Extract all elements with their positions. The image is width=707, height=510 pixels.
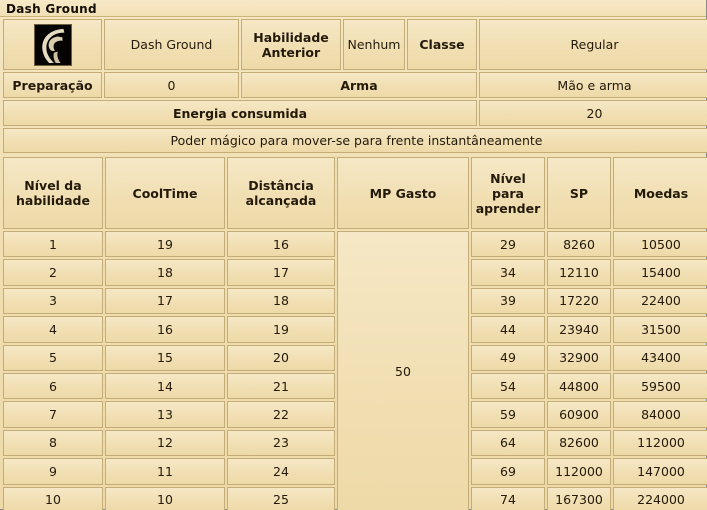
cell-sp: 167300 <box>547 486 611 510</box>
cell-coins: 15400 <box>613 259 707 286</box>
cell-cooltime: 12 <box>105 429 225 457</box>
preparation-value: 0 <box>104 72 239 98</box>
cell-sp: 82600 <box>547 429 611 457</box>
cell-cooltime: 17 <box>105 287 225 315</box>
cell-skill-level: 1 <box>3 231 103 258</box>
skill-identity-row: Dash Ground Habilidade Anterior Nenhum C… <box>3 19 707 70</box>
cell-distance: 21 <box>227 372 335 400</box>
skill-description: Poder mágico para mover-se para frente i… <box>3 128 707 153</box>
cell-learn-level: 54 <box>471 372 545 400</box>
cell-distance: 18 <box>227 287 335 315</box>
cell-sp: 23940 <box>547 316 611 343</box>
cell-learn-level: 69 <box>471 458 545 485</box>
cell-skill-level: 2 <box>3 259 103 286</box>
cell-learn-level: 74 <box>471 486 545 510</box>
cell-learn-level: 64 <box>471 429 545 457</box>
energy-value: 20 <box>479 100 707 126</box>
header-coins: Moedas <box>613 157 707 229</box>
cell-distance: 19 <box>227 316 335 343</box>
cell-sp: 12110 <box>547 259 611 286</box>
header-mp-cost: MP Gasto <box>337 157 469 229</box>
dash-ground-skill-icon <box>33 23 72 66</box>
cell-sp: 32900 <box>547 344 611 371</box>
cell-skill-level: 5 <box>3 344 103 371</box>
cell-skill-level: 7 <box>3 401 103 428</box>
skill-header-table: Dash Ground Habilidade Anterior Nenhum C… <box>1 17 707 155</box>
cell-skill-level: 10 <box>3 486 103 510</box>
header-skill-level: Nível da habilidade <box>3 157 103 229</box>
header-distance: Distância alcançada <box>227 157 335 229</box>
cell-coins: 59500 <box>613 372 707 400</box>
cell-sp: 17220 <box>547 287 611 315</box>
window-title: Dash Ground <box>0 0 706 17</box>
cell-sp: 112000 <box>547 458 611 485</box>
cell-skill-level: 4 <box>3 316 103 343</box>
header-learn-level: Nível para aprender <box>471 157 545 229</box>
cell-distance: 16 <box>227 231 335 258</box>
cell-coins: 112000 <box>613 429 707 457</box>
cell-skill-level: 8 <box>3 429 103 457</box>
previous-skill-value: Nenhum <box>343 19 405 70</box>
cell-cooltime: 15 <box>105 344 225 371</box>
cell-distance: 24 <box>227 458 335 485</box>
class-value: Regular <box>479 19 707 70</box>
preparation-weapon-row: Preparação 0 Arma Mão e arma <box>3 72 707 98</box>
skill-info-window: Dash Ground Dash Ground Habilidade Anter… <box>0 0 707 510</box>
cell-distance: 25 <box>227 486 335 510</box>
cell-coins: 147000 <box>613 458 707 485</box>
cell-cooltime: 14 <box>105 372 225 400</box>
cell-learn-level: 59 <box>471 401 545 428</box>
cell-cooltime: 18 <box>105 259 225 286</box>
cell-cooltime: 10 <box>105 486 225 510</box>
cell-coins: 22400 <box>613 287 707 315</box>
weapon-value-text: Mão e arma <box>557 77 632 93</box>
cell-learn-level: 29 <box>471 231 545 258</box>
cell-cooltime: 16 <box>105 316 225 343</box>
cell-sp: 60900 <box>547 401 611 428</box>
preparation-label: Preparação <box>3 72 102 98</box>
cell-distance: 20 <box>227 344 335 371</box>
cell-distance: 17 <box>227 259 335 286</box>
cell-cooltime: 19 <box>105 231 225 258</box>
skill-header-table-wrapper: Dash Ground Habilidade Anterior Nenhum C… <box>0 17 707 155</box>
header-sp: SP <box>547 157 611 229</box>
weapon-value: Mão e arma <box>479 72 707 98</box>
class-label: Classe <box>407 19 477 70</box>
table-row: 1 19 16 50 29 8260 10500 <box>3 231 707 510</box>
cell-learn-level: 34 <box>471 259 545 286</box>
energy-row: Energia consumida 20 <box>3 100 707 126</box>
skill-levels-table-wrapper: Nível da habilidade CoolTime Distância a… <box>0 155 707 510</box>
skill-name-value: Dash Ground <box>104 19 239 70</box>
previous-skill-label: Habilidade Anterior <box>241 19 341 70</box>
cell-distance: 22 <box>227 401 335 428</box>
energy-label: Energia consumida <box>3 100 477 126</box>
cell-distance: 23 <box>227 429 335 457</box>
cell-cooltime: 11 <box>105 458 225 485</box>
table-body: 1 19 16 50 29 8260 10500 2 18 17 34 1211… <box>3 231 707 510</box>
cell-skill-level: 9 <box>3 458 103 485</box>
cell-coins: 84000 <box>613 401 707 428</box>
cell-cooltime: 13 <box>105 401 225 428</box>
description-row: Poder mágico para mover-se para frente i… <box>3 128 707 153</box>
cell-coins: 43400 <box>613 344 707 371</box>
cell-skill-level: 6 <box>3 372 103 400</box>
cell-coins: 224000 <box>613 486 707 510</box>
table-header-row: Nível da habilidade CoolTime Distância a… <box>3 157 707 229</box>
header-cooltime: CoolTime <box>105 157 225 229</box>
cell-sp: 44800 <box>547 372 611 400</box>
weapon-label: Arma <box>241 72 477 98</box>
cell-learn-level: 39 <box>471 287 545 315</box>
cell-learn-level: 44 <box>471 316 545 343</box>
cell-coins: 10500 <box>613 231 707 258</box>
cell-coins: 31500 <box>613 316 707 343</box>
cell-learn-level: 49 <box>471 344 545 371</box>
cell-sp: 8260 <box>547 231 611 258</box>
cell-mp-cost: 50 <box>337 231 469 510</box>
cell-skill-level: 3 <box>3 287 103 315</box>
skill-icon-cell <box>3 19 102 70</box>
skill-levels-table: Nível da habilidade CoolTime Distância a… <box>1 155 707 510</box>
